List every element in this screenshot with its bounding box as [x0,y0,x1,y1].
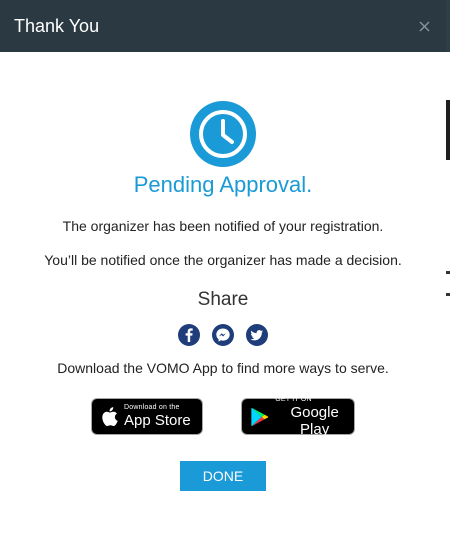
app-store-button[interactable]: Download on the App Store [91,398,203,435]
status-headline: Pending Approval. [133,172,313,197]
background-page [446,0,450,537]
twitter-icon[interactable] [246,324,268,346]
google-play-button[interactable]: GET IT ON Google Play [241,395,355,438]
modal-body: Pending Approval. The organizer has been… [0,52,446,491]
background-page-mark [446,293,450,296]
modal-title: Thank You [14,15,100,36]
clock-icon [190,101,256,167]
social-share-buttons [178,324,268,346]
close-icon [419,21,429,31]
app-store-small-label: Download on the [124,404,180,411]
done-button[interactable]: DONE [180,461,266,491]
download-app-text: Download the VOMO App to find more ways … [57,360,389,376]
google-play-icon [251,407,269,426]
messenger-icon[interactable] [212,324,234,346]
notified-message: The organizer has been notified of your … [62,218,384,234]
modal-header: Thank You [0,0,446,52]
apple-icon [102,407,118,427]
facebook-icon[interactable] [178,324,200,346]
thank-you-modal: Thank You Pending Approval. The organize… [0,0,446,537]
app-store-badges: Download on the App Store GET IT ON Goog… [91,395,355,438]
app-store-label: App Store [124,412,191,429]
google-play-small-label: GET IT ON [275,395,312,403]
share-title: Share [197,289,249,310]
close-icon[interactable] [416,18,432,34]
google-play-label: Google Play [290,403,339,438]
background-page-block [446,100,450,160]
background-page-header [446,0,450,52]
decision-message: You’ll be notified once the organizer ha… [44,252,402,268]
background-page-mark [446,271,450,274]
